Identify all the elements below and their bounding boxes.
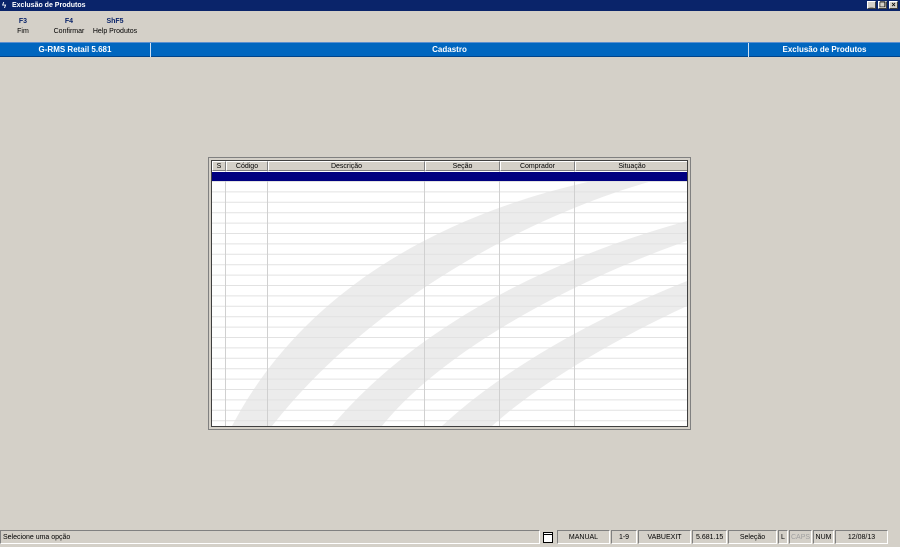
status-date: 12/08/13 xyxy=(835,530,888,544)
app-header: G-RMS Retail 5.681 Cadastro Exclusão de … xyxy=(0,42,900,57)
status-action: Seleção xyxy=(728,530,777,544)
products-grid-panel: S Código Descrição Seção Comprador Situa… xyxy=(208,157,691,430)
fkey-f4-confirmar[interactable]: F4 Confirmar xyxy=(50,17,88,37)
column-header-secao[interactable]: Seção xyxy=(425,161,500,171)
status-bar: Selecione uma opção MANUAL 1-9 VABUEXIT … xyxy=(0,529,900,547)
fkey-label: Fim xyxy=(17,28,29,35)
window-title: Exclusão de Produtos xyxy=(12,2,86,9)
app-name: G-RMS Retail 5.681 xyxy=(38,45,112,54)
status-caps: CAPS xyxy=(789,530,812,544)
window-controls: _ ❐ × xyxy=(866,1,898,10)
fkey-key: F3 xyxy=(18,18,28,25)
fkey-f3-fim[interactable]: F3 Fim xyxy=(10,17,36,37)
minimize-button[interactable]: _ xyxy=(867,1,876,9)
window-title-bar: ϟ Exclusão de Produtos _ ❐ × xyxy=(0,0,900,11)
column-header-s[interactable]: S xyxy=(212,161,226,171)
document-icon[interactable] xyxy=(542,531,554,543)
products-grid[interactable]: S Código Descrição Seção Comprador Situa… xyxy=(211,160,688,427)
status-range: 1-9 xyxy=(611,530,637,544)
column-header-situacao[interactable]: Situação xyxy=(575,161,687,171)
fkey-label: Help Produtos xyxy=(92,28,138,35)
status-num: NUM xyxy=(813,530,834,544)
close-button[interactable]: × xyxy=(889,1,898,9)
status-program: VABUEXIT xyxy=(638,530,691,544)
app-icon: ϟ xyxy=(2,1,7,10)
screen-name: Exclusão de Produtos xyxy=(782,45,867,54)
column-header-descricao[interactable]: Descrição xyxy=(268,161,425,171)
fkey-key: F4 xyxy=(64,18,74,25)
grid-lines xyxy=(212,171,687,426)
fkey-key: ShF5 xyxy=(106,18,124,25)
fkey-shf5-help-produtos[interactable]: ShF5 Help Produtos xyxy=(91,17,139,37)
restore-button[interactable]: ❐ xyxy=(878,1,887,9)
status-mode: MANUAL xyxy=(557,530,610,544)
selected-row[interactable] xyxy=(212,172,687,181)
module-name: Cadastro xyxy=(432,45,467,54)
status-l: L xyxy=(778,530,788,544)
fkey-label: Confirmar xyxy=(53,28,85,35)
column-header-comprador[interactable]: Comprador xyxy=(500,161,575,171)
status-version: 5.681.15 xyxy=(692,530,727,544)
status-message: Selecione uma opção xyxy=(0,530,540,544)
column-header-codigo[interactable]: Código xyxy=(226,161,268,171)
